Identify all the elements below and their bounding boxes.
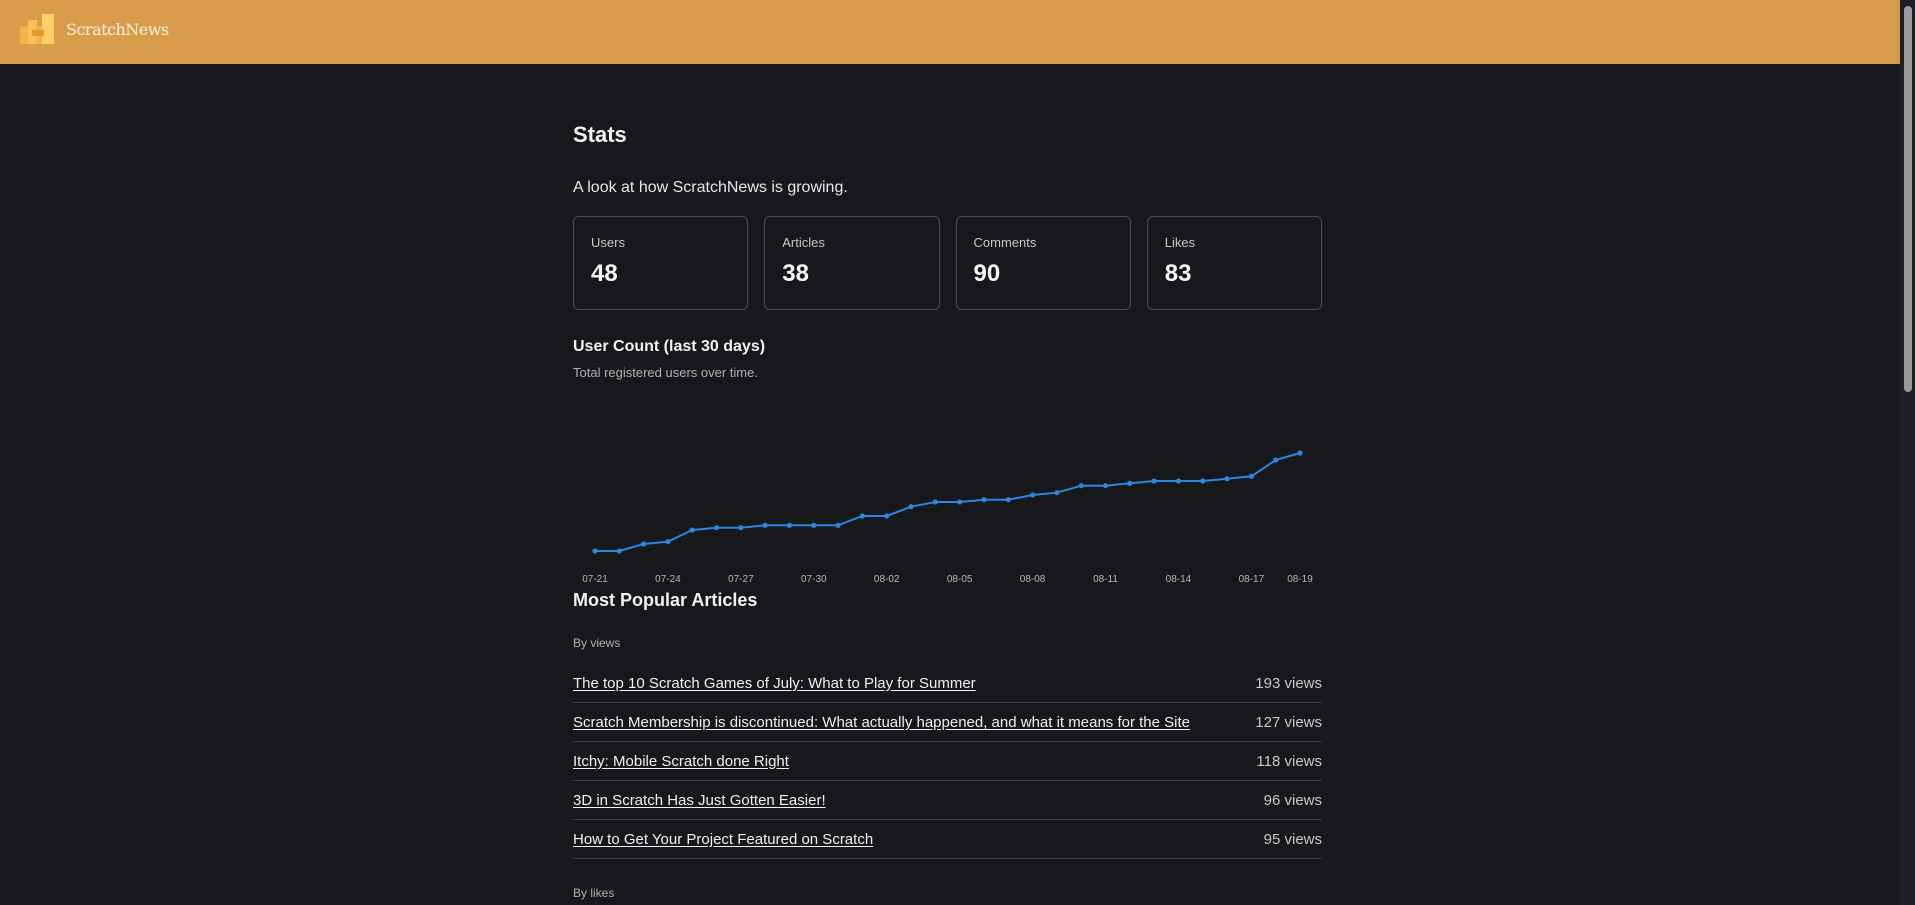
x-tick-label: 08-19 <box>1287 574 1313 585</box>
data-point <box>1127 480 1133 486</box>
data-point <box>1273 457 1279 463</box>
x-tick-label: 08-08 <box>1020 574 1046 585</box>
data-point <box>1248 473 1254 479</box>
article-link[interactable]: The top 10 Scratch Games of July: What t… <box>573 675 976 692</box>
data-point <box>1029 492 1036 498</box>
top-bar: ScratchNews <box>0 0 1900 64</box>
page-intro: A look at how ScratchNews is growing. <box>573 179 848 196</box>
popular-articles-list: The top 10 Scratch Games of July: What t… <box>573 664 1322 859</box>
stat-label: Articles <box>782 235 825 250</box>
scratchnews-logo-icon <box>20 14 54 44</box>
chart-subtitle: Total registered users over time. <box>573 365 758 380</box>
chart-title: User Count (last 30 days) <box>573 338 766 355</box>
list-item: Itchy: Mobile Scratch done Right 118 vie… <box>573 742 1322 781</box>
by-likes-label: By likes <box>573 886 615 900</box>
list-item: 3D in Scratch Has Just Gotten Easier! 96… <box>573 781 1322 820</box>
list-item: How to Get Your Project Featured on Scra… <box>573 820 1322 859</box>
x-tick-label: 07-21 <box>582 574 608 585</box>
data-point <box>835 522 841 528</box>
data-point <box>665 539 671 545</box>
stat-cards: Users 48 Articles 38 Comments 90 Likes 8… <box>573 216 1322 310</box>
data-point <box>859 513 866 519</box>
stat-card-users: Users 48 <box>573 216 749 310</box>
user-count-line <box>595 452 1301 552</box>
data-point <box>786 522 793 528</box>
stat-label: Comments <box>973 235 1037 250</box>
stat-value: 38 <box>782 260 809 287</box>
user-count-chart: 07-21 07-24 07-27 07-30 08-02 08-05 08-08 08-11… <box>582 450 1313 585</box>
view-count: 95 views <box>1263 830 1322 848</box>
data-point <box>811 522 817 528</box>
stat-label: Users <box>591 235 625 250</box>
data-point <box>689 527 695 533</box>
brand-logo-link[interactable]: ScratchNews <box>18 12 169 46</box>
article-link[interactable]: 3D in Scratch Has Just Gotten Easier! <box>573 792 826 809</box>
x-tick-label: 08-14 <box>1166 574 1192 585</box>
stat-label: Likes <box>1164 235 1196 250</box>
view-count: 193 views <box>1255 674 1322 692</box>
stat-value: 83 <box>1164 260 1192 287</box>
data-point <box>1175 478 1182 484</box>
view-count: 96 views <box>1263 791 1322 809</box>
data-point <box>932 499 938 505</box>
data-point <box>738 525 744 531</box>
data-point <box>1224 476 1230 482</box>
data-point <box>1102 483 1109 489</box>
stat-value: 90 <box>973 260 1001 287</box>
data-point <box>1078 483 1084 489</box>
data-point <box>1297 450 1303 456</box>
x-tick-label: 07-30 <box>801 574 827 585</box>
stat-card-likes: Likes 83 <box>1146 216 1322 310</box>
page-scrollbar[interactable] <box>1900 0 1915 905</box>
list-item: The top 10 Scratch Games of July: What t… <box>573 664 1322 703</box>
data-point <box>957 499 963 505</box>
stat-card-comments: Comments 90 <box>955 216 1131 310</box>
view-count: 127 views <box>1255 713 1322 731</box>
popular-articles-title: Most Popular Articles <box>573 590 758 610</box>
page-title: Stats <box>573 122 627 147</box>
x-tick-label: 07-27 <box>728 574 754 585</box>
brand-name: ScratchNews <box>66 19 169 39</box>
data-point <box>762 522 768 528</box>
data-point <box>713 525 720 531</box>
x-tick-label: 08-17 <box>1239 574 1265 585</box>
list-item: Scratch Membership is discontinued: What… <box>573 703 1322 742</box>
data-point <box>1054 490 1060 496</box>
data-point <box>641 541 647 547</box>
stat-card-articles: Articles 38 <box>764 216 940 310</box>
x-tick-label: 07-24 <box>655 574 681 585</box>
x-tick-label: 08-05 <box>947 574 973 585</box>
data-point <box>884 513 890 519</box>
data-point <box>1200 478 1206 484</box>
stat-value: 48 <box>591 260 618 287</box>
scrollbar-thumb[interactable] <box>1904 6 1912 392</box>
article-link[interactable]: Scratch Membership is discontinued: What… <box>573 714 1190 731</box>
data-point <box>1005 497 1011 503</box>
data-point <box>981 497 987 503</box>
data-point <box>592 548 598 554</box>
data-point <box>1151 478 1157 484</box>
data-point <box>616 548 622 554</box>
view-count: 118 views <box>1256 752 1322 770</box>
data-point <box>908 504 914 510</box>
x-tick-label: 08-02 <box>874 574 900 585</box>
article-link[interactable]: How to Get Your Project Featured on Scra… <box>573 831 873 848</box>
article-link[interactable]: Itchy: Mobile Scratch done Right <box>573 753 789 770</box>
by-views-label: By views <box>573 636 621 650</box>
x-tick-label: 08-11 <box>1093 574 1118 585</box>
